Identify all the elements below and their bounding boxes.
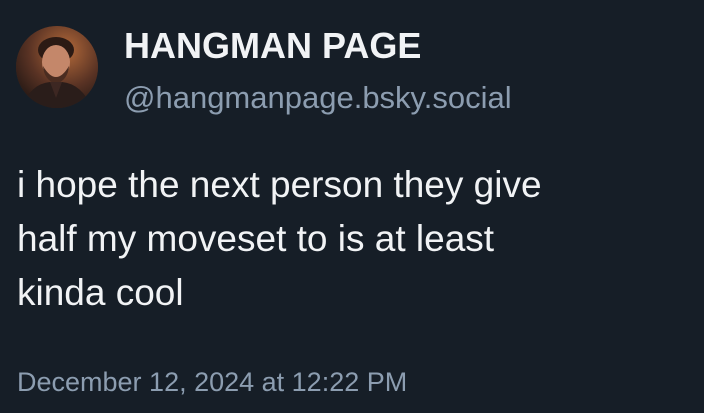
post-text-line: half my moveset to is at least: [17, 218, 495, 259]
post-timestamp[interactable]: December 12, 2024 at 12:22 PM: [17, 366, 407, 398]
author-handle[interactable]: @hangmanpage.bsky.social: [124, 80, 512, 116]
profile-photo-icon: [16, 26, 98, 108]
post-text-line: kinda cool: [17, 272, 184, 313]
post-text-line: i hope the next person they give: [17, 164, 542, 205]
avatar[interactable]: [16, 26, 98, 108]
author-display-name[interactable]: HANGMAN PAGE: [124, 26, 421, 66]
post-text: i hope the next person they give half my…: [17, 158, 687, 320]
post-card: HANGMAN PAGE @hangmanpage.bsky.social i …: [0, 0, 704, 413]
